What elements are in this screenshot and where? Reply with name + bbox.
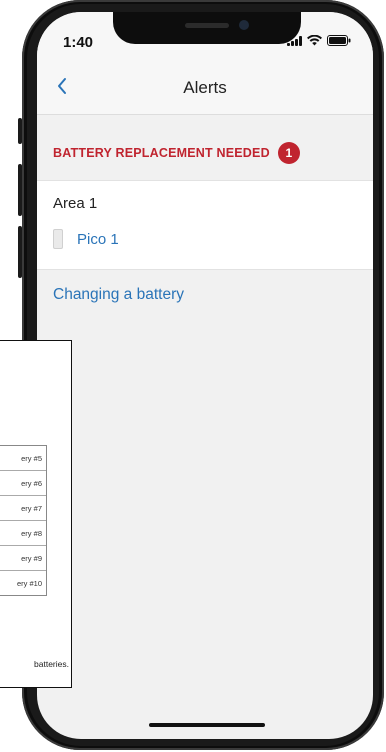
nav-bar: Alerts xyxy=(37,62,373,115)
wifi-icon xyxy=(307,35,322,46)
status-icons xyxy=(287,35,351,46)
area-name: Area 1 xyxy=(53,195,98,212)
pico-remote-icon xyxy=(53,229,63,249)
battery-table-row: ery #5 xyxy=(0,446,46,471)
home-indicator[interactable] xyxy=(149,723,265,727)
status-bar: 1:40 xyxy=(37,12,373,62)
battery-icon xyxy=(327,35,351,46)
changing-battery-link[interactable]: Changing a battery xyxy=(53,286,184,304)
notch xyxy=(113,12,301,44)
area-card: Area 1 Pico 1 xyxy=(37,180,373,270)
manual-footnote: batteries. xyxy=(34,659,69,669)
device-name: Pico 1 xyxy=(77,230,119,248)
volume-up-button xyxy=(18,164,22,216)
status-time: 1:40 xyxy=(63,34,94,51)
battery-table-row: ery #6 xyxy=(0,471,46,496)
battery-alert-header: BATTERY REPLACEMENT NEEDED 1 xyxy=(53,142,300,164)
battery-table-row: ery #10 xyxy=(16,578,42,588)
front-camera xyxy=(239,20,249,30)
battery-table-row: ery #7 xyxy=(0,496,46,521)
battery-table-row: ery #9 xyxy=(0,546,46,571)
battery-table: ery #5 ery #6 ery #7 ery #8 ery #9 ery #… xyxy=(0,445,47,596)
page-title: Alerts xyxy=(183,78,227,97)
manual-excerpt: ery #5 ery #6 ery #7 ery #8 ery #9 ery #… xyxy=(0,340,72,688)
phone-screen: 1:40 Alerts BATTERY REPLACEMENT NEEDED 1… xyxy=(37,12,373,739)
section-title: BATTERY REPLACEMENT NEEDED xyxy=(53,146,270,160)
speaker-grille xyxy=(185,23,229,28)
device-row-pico-1[interactable]: Pico 1 xyxy=(53,229,119,249)
battery-table-row: ery #8 xyxy=(0,521,46,546)
volume-down-button xyxy=(18,226,22,278)
alert-count-badge: 1 xyxy=(277,142,300,164)
mute-switch xyxy=(18,118,22,144)
cellular-signal-icon xyxy=(287,35,302,46)
